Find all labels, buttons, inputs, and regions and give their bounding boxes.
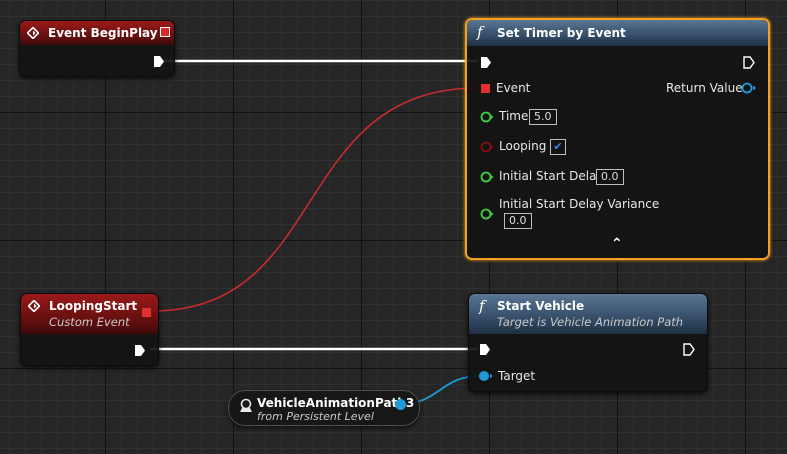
function-icon: f	[479, 297, 485, 315]
exec-input-pin[interactable]	[480, 56, 492, 69]
pin-label-initial-start-delay-variance: Initial Start Delay Variance	[499, 197, 660, 211]
exec-output-pin[interactable]	[134, 344, 146, 357]
node-title: Set Timer by Event	[497, 26, 626, 40]
delegate-wire-loopingstart-event[interactable]	[151, 87, 479, 312]
time-pin[interactable]	[480, 111, 494, 123]
node-subtitle: Target is Vehicle Animation Path	[497, 315, 684, 329]
node-event-beginplay[interactable]: Event BeginPlay	[19, 20, 175, 77]
variable-source: from Persistent Level	[257, 410, 374, 423]
pin-label-return-value: Return Value	[666, 81, 743, 95]
event-diamond-icon	[28, 300, 40, 312]
exec-input-pin[interactable]	[479, 343, 491, 356]
exec-output-pin[interactable]	[153, 55, 165, 68]
node-custom-event-loopingstart[interactable]: LoopingStart Custom Event	[20, 293, 159, 366]
pin-label-initial-start-delay: Initial Start Delay	[499, 169, 604, 183]
node-subtitle: Custom Event	[49, 315, 130, 329]
collapse-chevron-icon[interactable]: ⌃	[611, 236, 623, 252]
initial-start-delay-pin[interactable]	[480, 171, 494, 183]
delegate-output-pin[interactable]	[142, 308, 151, 317]
node-set-timer-by-event[interactable]: f Set Timer by Event Event Return Value …	[465, 18, 770, 260]
pin-label-looping: Looping	[499, 139, 547, 153]
exec-output-pin[interactable]	[743, 56, 755, 69]
pin-label-event: Event	[496, 81, 531, 95]
target-pin[interactable]	[477, 370, 493, 382]
actor-reference-icon	[240, 398, 252, 412]
node-title: Start Vehicle	[497, 299, 585, 313]
initial-start-delay-variance-input[interactable]: 0.0	[504, 213, 532, 229]
function-icon: f	[477, 23, 483, 41]
time-value-input[interactable]: 5.0	[529, 109, 557, 125]
exec-output-pin[interactable]	[683, 343, 695, 356]
delegate-output-pin[interactable]	[160, 27, 170, 37]
object-output-pin[interactable]	[395, 399, 406, 410]
node-title: Event BeginPlay	[48, 26, 158, 40]
node-start-vehicle[interactable]: f Start Vehicle Target is Vehicle Animat…	[468, 293, 708, 392]
pin-label-time: Time	[499, 109, 529, 123]
initial-start-delay-variance-pin[interactable]	[480, 208, 494, 220]
node-vehicle-animation-path-ref[interactable]: VehicleAnimationPath3 from Persistent Le…	[228, 390, 420, 426]
looping-pin[interactable]	[480, 141, 494, 153]
node-title: LoopingStart	[49, 299, 138, 313]
looping-checkbox[interactable]: ✔	[550, 139, 566, 155]
initial-start-delay-input[interactable]: 0.0	[596, 169, 624, 185]
variable-name: VehicleAnimationPath3	[257, 396, 415, 410]
event-delegate-pin[interactable]	[481, 84, 490, 93]
event-diamond-icon	[27, 27, 39, 39]
pin-label-target: Target	[498, 369, 536, 383]
return-value-pin[interactable]	[741, 82, 757, 94]
